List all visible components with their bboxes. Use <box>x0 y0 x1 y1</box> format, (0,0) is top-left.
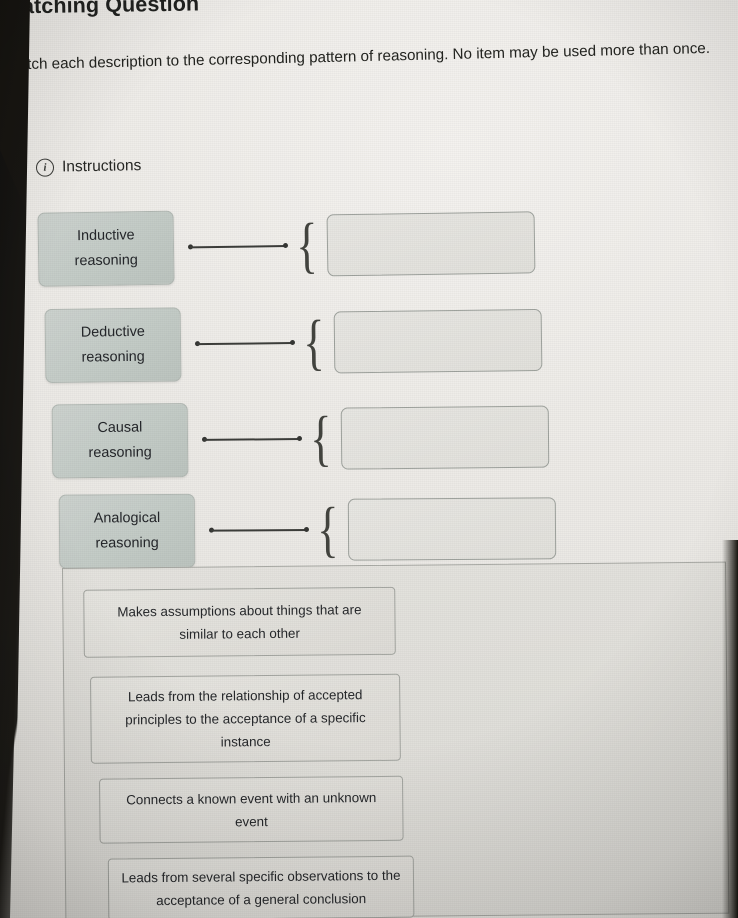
dropzone-inductive[interactable] <box>326 211 536 277</box>
connector-line <box>208 523 310 538</box>
connector-stroke <box>210 529 308 532</box>
connector-stroke <box>196 342 294 345</box>
answer-option-card[interactable]: Leads from several specific observations… <box>107 855 415 918</box>
match-row: Causal reasoning { <box>51 400 550 479</box>
answer-option-card[interactable]: Connects a known event with an unknown e… <box>99 775 404 844</box>
page-title: Matching Question <box>3 0 200 19</box>
match-term-line2: reasoning <box>95 535 159 552</box>
question-page: Matching Question Match each description… <box>0 0 738 918</box>
match-term-deductive[interactable]: Deductive reasoning <box>44 307 182 384</box>
connector-stroke <box>189 245 287 249</box>
match-row: Inductive reasoning { <box>37 205 536 287</box>
match-row: Deductive reasoning { <box>44 303 543 384</box>
dropzone-analogical[interactable] <box>347 497 556 561</box>
match-term-line1: Inductive <box>76 227 135 245</box>
connector-line <box>201 432 303 447</box>
info-circle-icon: i <box>35 158 55 177</box>
question-prompt: Match each description to the correspond… <box>5 39 711 74</box>
match-term-line1: Deductive <box>80 323 145 341</box>
connector-line <box>194 336 296 351</box>
answer-option-card[interactable]: Makes assumptions about things that are … <box>83 586 396 658</box>
match-term-line1: Causal <box>97 419 143 436</box>
match-term-analogical[interactable]: Analogical reasoning <box>58 493 196 569</box>
match-term-line2: reasoning <box>81 348 145 366</box>
answer-bank-panel: Makes assumptions about things that are … <box>62 561 730 918</box>
connector-dot-right <box>289 339 296 345</box>
match-term-line2: reasoning <box>88 444 152 462</box>
connector-dot-right <box>282 242 289 248</box>
answer-option-card[interactable]: Leads from the relationship of accepted … <box>90 673 401 764</box>
photographed-screen: Matching Question Match each description… <box>0 0 738 918</box>
match-term-causal[interactable]: Causal reasoning <box>51 403 189 479</box>
instructions-label: Instructions <box>61 157 142 176</box>
dropzone-causal[interactable] <box>340 405 550 470</box>
instructions-row[interactable]: i Instructions <box>35 157 142 177</box>
connector-dot-right <box>296 435 303 441</box>
connector-dot-right <box>303 526 310 532</box>
match-term-inductive[interactable]: Inductive reasoning <box>37 210 175 287</box>
connector-stroke <box>203 438 301 441</box>
match-row: Analogical reasoning { <box>58 491 556 569</box>
dropzone-deductive[interactable] <box>333 308 543 374</box>
match-term-line2: reasoning <box>74 252 138 270</box>
connector-line <box>187 239 289 254</box>
match-term-line1: Analogical <box>93 510 161 527</box>
